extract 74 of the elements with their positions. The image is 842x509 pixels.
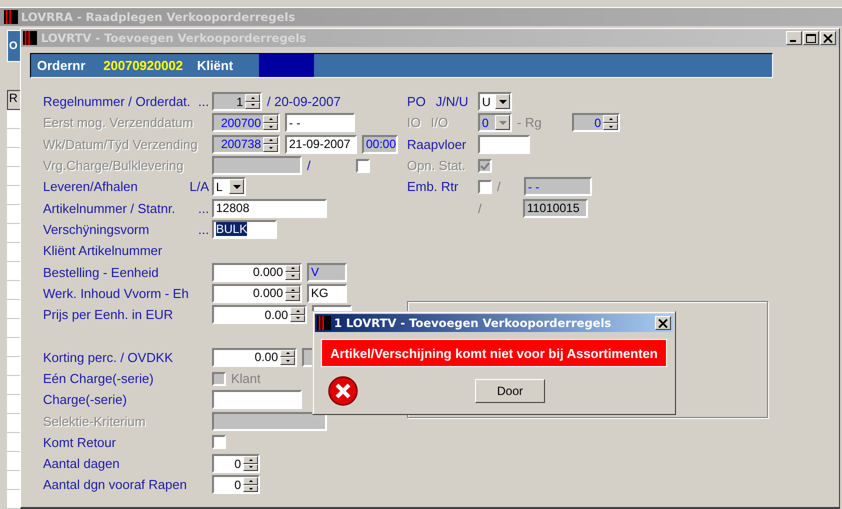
number-spinner[interactable]: 0.00 [212,305,307,324]
field-label: Verschÿningsvorm [43,222,150,237]
text-field[interactable]: KG [307,284,347,303]
field-label: - Rg [517,115,543,130]
field-label: PO [407,94,426,110]
field-label: Korting perc. / OVDKK [43,350,174,365]
number-spinner[interactable]: 0 [212,475,260,494]
minimize-icon [790,40,796,42]
field-label: Emb. Rtr [407,179,458,194]
field-label: Werk. Inhoud Vvorm - Eh [43,286,189,301]
minimize-button[interactable] [786,31,802,45]
dialog-title: 1 LOVRTV - Toevoegen Verkooporderregels [334,316,612,330]
text-field[interactable] [478,134,530,154]
field-label: Artikelnummer / Statnr. [43,200,176,216]
error-icon [327,375,359,407]
field-label: Bestelling - Eenheid [43,264,159,280]
field-label: Aantal dgn vooraf Rapen [43,477,187,492]
field-hint: ... [198,222,209,237]
field-label: / [307,158,312,174]
number-spinner[interactable]: 0.00 [212,348,297,367]
field-label: Selektie-Kriterium [43,414,146,429]
dropdown[interactable]: U [478,92,512,112]
field-label: Klant [231,371,261,386]
field-label: Raapvloer [407,136,466,152]
field-label: Komt Retour [43,434,116,450]
field-hint: L/A [189,179,209,194]
field-label: Eerst mog. Verzenddatum [43,115,194,130]
checkbox[interactable] [212,435,226,450]
field-label: Charge(-serie) [43,392,127,408]
app-icon [23,30,37,46]
text-field[interactable]: 12808 [212,198,327,218]
field-label: I/O [430,115,448,130]
order-number: 20070920002 [103,58,183,73]
error-message: Artikel/Verschijning komt niet voor bij Assortimenten [321,339,667,367]
client-field[interactable] [259,54,314,77]
text-field[interactable]: 11010015 [523,198,588,218]
field-label: IO [407,115,421,130]
checkbox[interactable] [478,180,492,194]
field-label: Opn. Stat. [407,158,466,174]
dropdown[interactable]: L [212,177,246,196]
field-label: Eén Charge(-serie) [43,371,154,386]
app-icon [4,9,18,25]
window-title: LOVRRA - Raadplegen Verkooporderregels [21,10,296,24]
client-label: Kliënt [196,58,234,73]
text-field[interactable]: BULK [212,220,277,239]
field-label: Wk/Datum/Tÿd Verzending [43,136,198,152]
number-spinner[interactable]: 0.000 [212,262,302,282]
number-spinner[interactable]: 1 [212,92,262,112]
field-label: Prijs per Eenh. in EUR [43,307,174,322]
text-field[interactable] [212,390,302,410]
order-label: Ordernr [37,58,86,73]
field-label: / 20-09-2007 [267,94,341,110]
app-icon [317,315,331,331]
maximize-button[interactable] [803,31,819,45]
field-label: Vrg.Charge/Bulklevering [43,158,184,174]
close-button[interactable] [820,31,836,45]
field-hint: ... [198,94,209,110]
field-label: / [497,179,502,194]
number-spinner[interactable]: 0 [212,454,260,474]
column-header: R [7,90,20,110]
field-hint: ... [198,200,209,216]
maximize-icon [806,34,816,42]
field-label: J/N/U [436,94,468,110]
door-button[interactable]: Door [475,379,545,403]
field-label: / [478,200,483,216]
close-icon [658,318,668,328]
field-label: Regelnummer / Orderdat. [43,94,190,110]
side-tab[interactable]: O [7,30,20,62]
field-label: Leveren/Afhalen [43,179,138,194]
field-label: Aantal dagen [43,456,120,472]
field-label: Kliënt Artikelnummer [43,243,162,258]
close-button[interactable] [655,316,671,330]
close-icon [823,34,833,42]
number-spinner[interactable]: 0.000 [212,284,302,303]
